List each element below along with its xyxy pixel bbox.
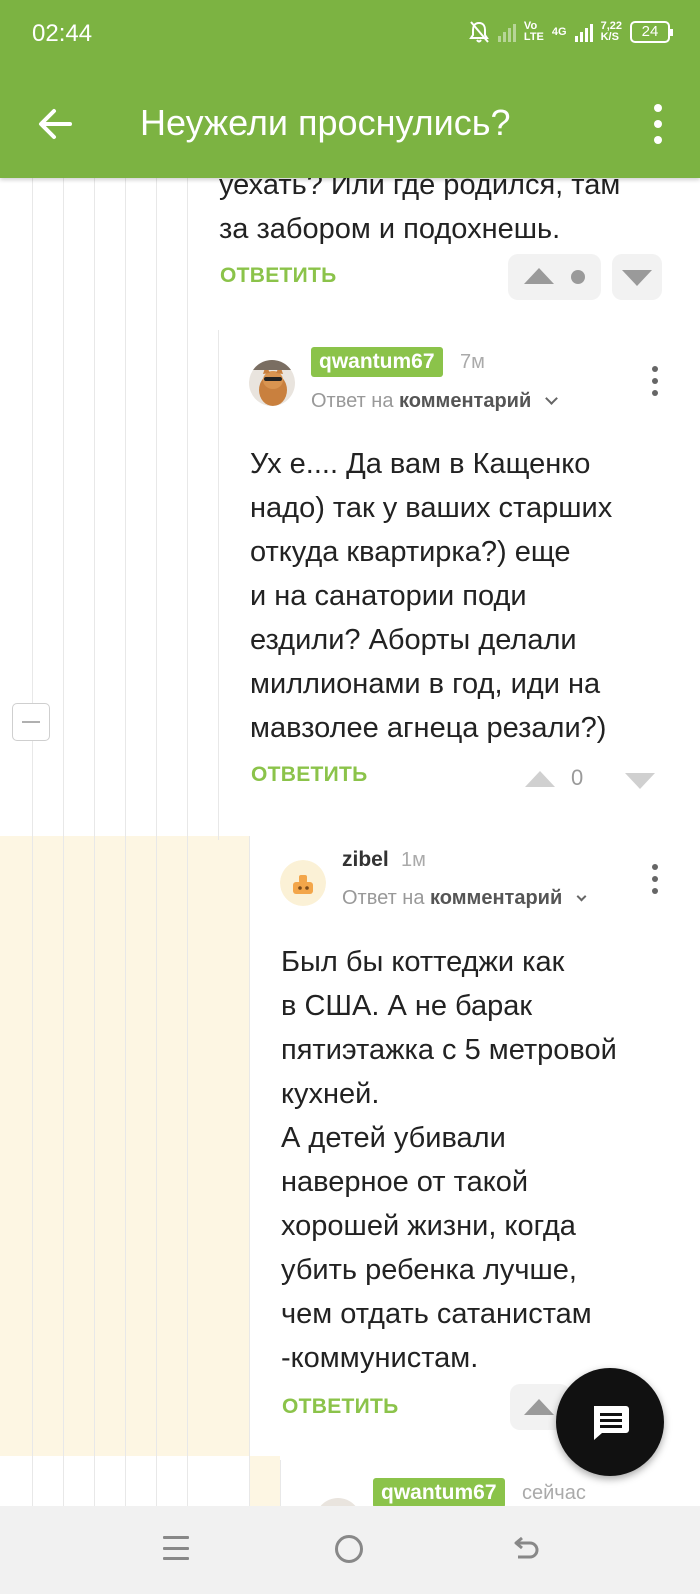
system-nav-bar: [0, 1506, 700, 1594]
muted-bell-icon: [468, 20, 490, 44]
comment-text: Ух е.... Да вам в Кащенко надо) так у ва…: [250, 448, 613, 744]
status-bar: 02:44 Vo LTE 4G 7,22 K/S 24: [0, 0, 700, 70]
comment-menu-icon[interactable]: [650, 366, 660, 396]
app-bar: Неужели проснулись?: [0, 70, 700, 178]
reply-to-prefix: Ответ на: [342, 887, 425, 909]
username-badge[interactable]: qwantum67: [311, 347, 443, 377]
screen: уехать? Или где родился, там за забором …: [0, 0, 700, 1594]
reply-to-link[interactable]: Ответ на комментарий: [311, 390, 558, 413]
reply-to-target: комментарий: [430, 887, 563, 909]
recent-apps-icon[interactable]: [163, 1536, 189, 1560]
downvote-icon[interactable]: [622, 270, 652, 286]
top-bar: 02:44 Vo LTE 4G 7,22 K/S 24 Неужели прос…: [0, 0, 700, 178]
comment-time: 7м: [460, 351, 485, 373]
chevron-down-icon: [544, 392, 558, 405]
comment-time: сейчас: [522, 1482, 586, 1504]
back-arrow-icon[interactable]: [36, 104, 76, 144]
network-speed: 7,22 K/S: [600, 20, 622, 43]
volte-indicator: Vo LTE: [523, 20, 544, 43]
status-icons: Vo LTE 4G 7,22 K/S 24: [468, 20, 673, 44]
signal-sim2-icon: [574, 22, 593, 42]
signal-sim1-icon: [497, 22, 516, 42]
page-title: Неужели проснулись?: [140, 102, 511, 143]
rating-hidden-dot: [571, 270, 585, 284]
vote-box: [508, 254, 601, 300]
reply-to-prefix: Ответ на: [311, 390, 394, 412]
status-time: 02:44: [32, 20, 93, 47]
comments-list: уехать? Или где родился, там за забором …: [0, 0, 700, 1594]
chevron-down-icon: [576, 891, 587, 902]
battery-icon: 24: [630, 21, 673, 43]
reply-to-target: комментарий: [399, 390, 532, 412]
downvote-icon[interactable]: [625, 773, 655, 789]
username[interactable]: zibel: [342, 848, 389, 872]
upvote-icon[interactable]: [525, 771, 555, 787]
comment-text: Был бы коттеджи как в США. А не барак пя…: [281, 946, 617, 1374]
home-icon[interactable]: [335, 1535, 363, 1563]
reply-to-link[interactable]: Ответ на комментарий: [342, 887, 587, 910]
collapse-thread-button[interactable]: [12, 703, 50, 741]
upvote-icon[interactable]: [524, 268, 554, 284]
more-options-icon[interactable]: [652, 104, 664, 144]
comment-menu-icon[interactable]: [650, 864, 660, 894]
upvote-icon[interactable]: [524, 1399, 554, 1415]
comment-score: 0: [571, 765, 584, 790]
reply-button[interactable]: ОТВЕТИТЬ: [251, 763, 368, 787]
chat-icon: [594, 1406, 629, 1440]
write-comment-button[interactable]: [556, 1368, 664, 1476]
avatar[interactable]: [280, 860, 326, 906]
comment-time: 1м: [401, 849, 426, 871]
network-type-indicator: 4G: [551, 25, 567, 38]
reply-button[interactable]: ОТВЕТИТЬ: [282, 1395, 399, 1419]
reply-button[interactable]: ОТВЕТИТЬ: [220, 264, 337, 288]
system-back-icon[interactable]: [510, 1534, 540, 1564]
avatar[interactable]: [249, 360, 295, 406]
username-badge[interactable]: qwantum67: [373, 1478, 505, 1508]
